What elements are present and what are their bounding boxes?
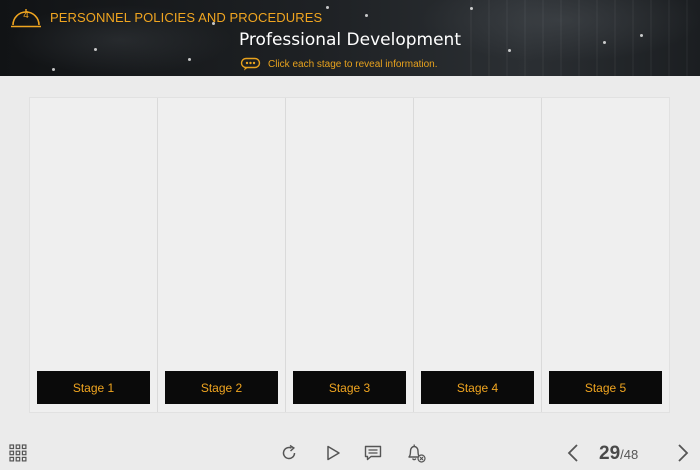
chapter-number: 4 [23, 10, 29, 21]
bell-mute-icon[interactable] [404, 441, 428, 465]
stages-panel: Stage 1 Stage 2 Stage 3 Stage 4 Stage 5 [29, 97, 670, 413]
chapter-title: PERSONNEL POLICIES AND PROCEDURES [50, 10, 323, 25]
page-counter: 29 / 48 [599, 443, 638, 465]
stage-5-button[interactable]: Stage 5 [549, 371, 662, 404]
stage-column-5: Stage 5 [542, 98, 669, 412]
stage-1-button[interactable]: Stage 1 [37, 371, 150, 404]
header-banner: 4 PERSONNEL POLICIES AND PROCEDURES Prof… [0, 0, 700, 76]
stage-4-button[interactable]: Stage 4 [421, 371, 534, 404]
chapter-badge: 4 [10, 5, 42, 31]
replay-icon[interactable] [278, 442, 300, 464]
page-title: Professional Development [238, 30, 461, 50]
speech-bubble-icon [240, 57, 261, 71]
total-pages: 48 [623, 447, 639, 462]
current-page: 29 [599, 443, 621, 464]
player-toolbar: 29 / 48 [0, 434, 700, 470]
instruction-text: Click each stage to reveal information. [268, 58, 438, 70]
grid-menu-icon[interactable] [8, 443, 28, 463]
instruction-line: Click each stage to reveal information. [240, 56, 438, 72]
stage-column-1: Stage 1 [30, 98, 158, 412]
chevron-right-icon[interactable] [673, 442, 693, 464]
stage-column-3: Stage 3 [286, 98, 414, 412]
notes-icon[interactable] [362, 442, 384, 464]
stage-3-button[interactable]: Stage 3 [293, 371, 406, 404]
stage-2-button[interactable]: Stage 2 [165, 371, 278, 404]
play-icon[interactable] [322, 442, 344, 464]
stage-column-4: Stage 4 [414, 98, 542, 412]
chevron-left-icon[interactable] [563, 442, 583, 464]
stage-column-2: Stage 2 [158, 98, 286, 412]
